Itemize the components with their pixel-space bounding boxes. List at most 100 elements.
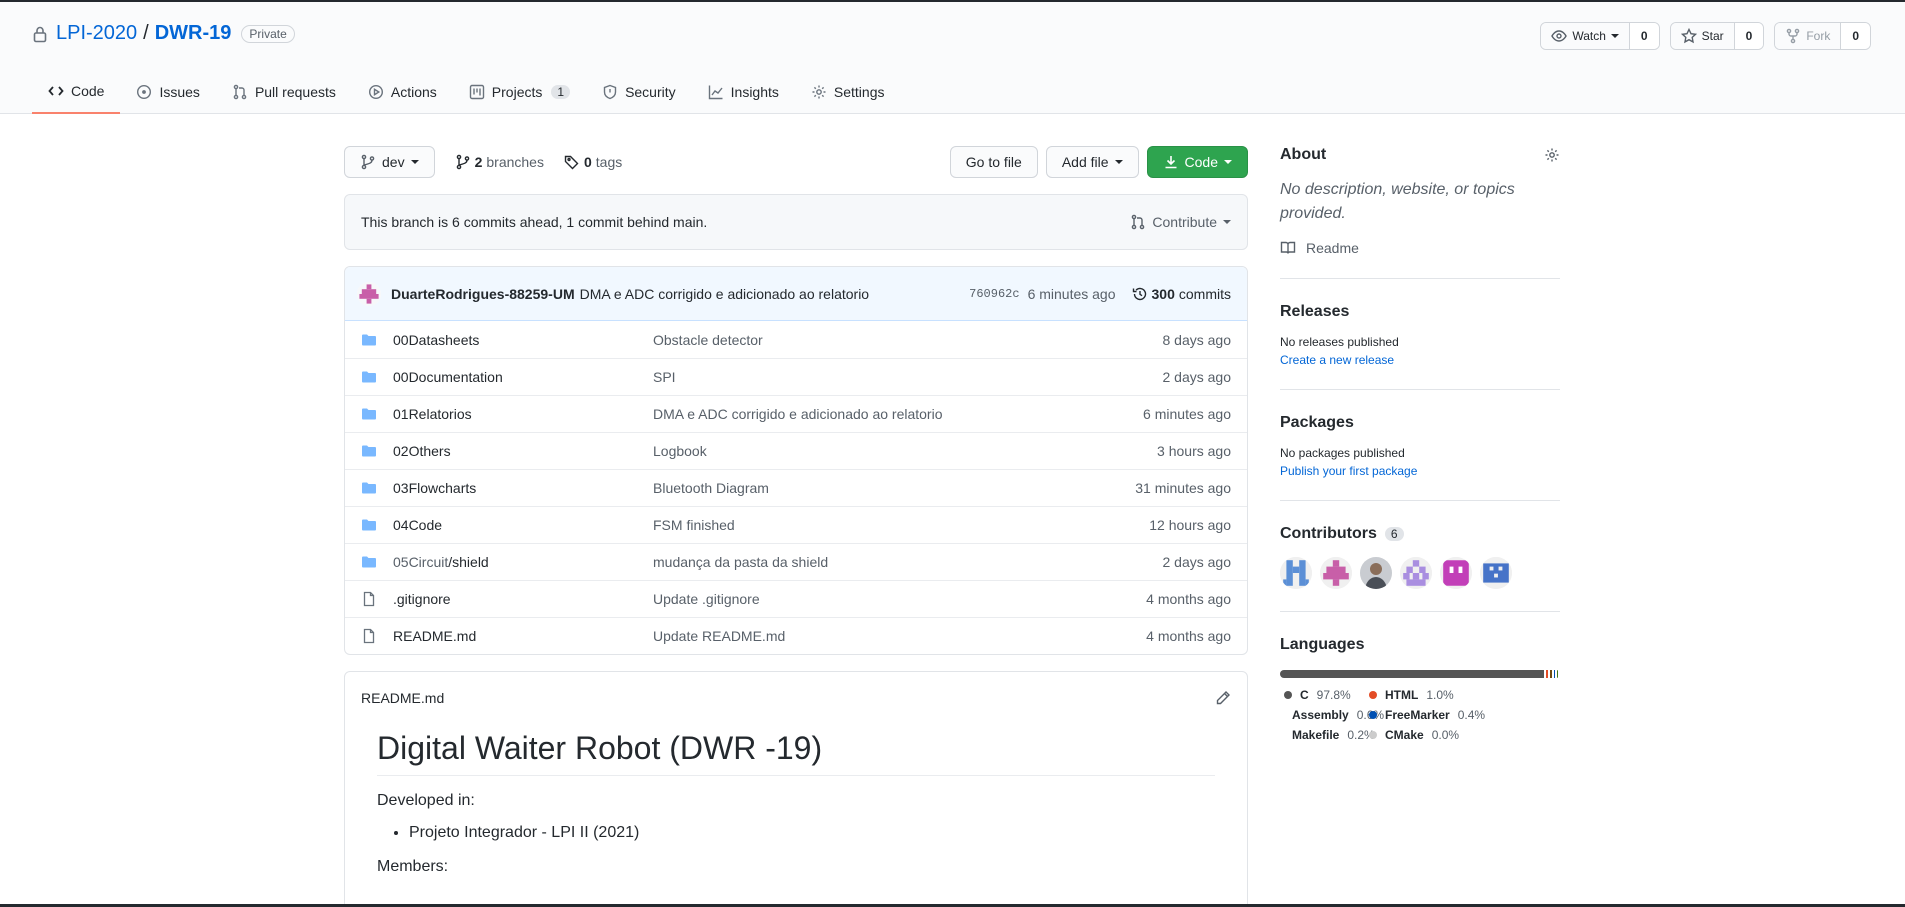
packages-title[interactable]: Packages bbox=[1280, 414, 1560, 432]
file-name-link[interactable]: 05Circuit/shield bbox=[393, 554, 653, 570]
repo-name-link[interactable]: DWR-19 bbox=[155, 22, 232, 45]
file-commit-message-link[interactable]: Update .gitignore bbox=[653, 591, 1146, 607]
branch-select-button[interactable]: dev bbox=[344, 146, 435, 178]
commit-history-link[interactable]: 300 commits bbox=[1132, 286, 1231, 302]
table-row[interactable]: 00Documentation SPI 2 days ago bbox=[345, 358, 1247, 395]
avatar[interactable] bbox=[1480, 557, 1512, 589]
add-file-button[interactable]: Add file bbox=[1045, 146, 1139, 178]
table-row[interactable]: README.md Update README.md 4 months ago bbox=[345, 617, 1247, 654]
tab-insights[interactable]: Insights bbox=[692, 70, 795, 114]
readme-filename[interactable]: README.md bbox=[361, 690, 444, 706]
eye-icon bbox=[1551, 30, 1568, 42]
create-release-link[interactable]: Create a new release bbox=[1280, 353, 1560, 367]
avatar[interactable] bbox=[1400, 557, 1432, 589]
tab-code[interactable]: Code bbox=[32, 70, 121, 114]
file-name-link[interactable]: 01Relatorios bbox=[393, 406, 653, 422]
watch-label: Watch bbox=[1572, 29, 1606, 43]
go-to-file-button[interactable]: Go to file bbox=[949, 146, 1038, 178]
repo-separator: / bbox=[143, 22, 149, 44]
tab-issues[interactable]: Issues bbox=[120, 70, 215, 114]
file-commit-message-link[interactable]: DMA e ADC corrigido e adicionado ao rela… bbox=[653, 406, 1143, 422]
file-name-link[interactable]: .gitignore bbox=[393, 591, 653, 607]
contribute-button[interactable]: Contribute bbox=[1130, 214, 1231, 230]
file-commit-message-link[interactable]: Update README.md bbox=[653, 628, 1146, 644]
file-name-link[interactable]: 04Code bbox=[393, 517, 653, 533]
file-name-link[interactable]: 00Datasheets bbox=[393, 332, 653, 348]
file-commit-message-link[interactable]: Logbook bbox=[653, 443, 1157, 459]
languages-bar bbox=[1280, 670, 1560, 678]
table-row[interactable]: 05Circuit/shield mudança da pasta da shie… bbox=[345, 543, 1247, 580]
table-row[interactable]: .gitignore Update .gitignore 4 months ago bbox=[345, 580, 1247, 617]
about-header: About bbox=[1280, 146, 1560, 164]
file-name-link[interactable]: 00Documentation bbox=[393, 369, 653, 385]
commit-author-link[interactable]: DuarteRodrigues-88259-UM bbox=[391, 286, 575, 302]
tags-link[interactable]: 0 tags bbox=[564, 154, 622, 170]
tab-settings[interactable]: Settings bbox=[795, 70, 901, 114]
language-item[interactable]: C 97.8% bbox=[1280, 688, 1365, 702]
gear-icon[interactable] bbox=[1544, 147, 1560, 163]
avatar[interactable] bbox=[1360, 557, 1392, 589]
packages-text: No packages published bbox=[1280, 446, 1405, 460]
avatar[interactable] bbox=[1320, 557, 1352, 589]
history-icon bbox=[1132, 287, 1146, 300]
download-icon bbox=[1165, 156, 1177, 169]
contributors-header[interactable]: Contributors 6 bbox=[1280, 525, 1560, 543]
identicon-avatar-icon bbox=[1400, 557, 1432, 589]
file-name-link[interactable]: 03Flowcharts bbox=[393, 480, 653, 496]
table-row[interactable]: 00Datasheets Obstacle detector 8 days ago bbox=[345, 321, 1247, 358]
chevron-down-icon bbox=[1224, 160, 1232, 164]
watch-count[interactable]: 0 bbox=[1629, 23, 1659, 49]
tab-projects[interactable]: Projects 1 bbox=[453, 70, 586, 114]
repo-owner-link[interactable]: LPI-2020 bbox=[56, 22, 137, 45]
language-item[interactable]: Makefile 0.2% bbox=[1280, 728, 1375, 742]
packages-section: Packages No packages published Publish y… bbox=[1280, 414, 1560, 501]
tab-security[interactable]: Security bbox=[586, 70, 692, 114]
language-item[interactable]: CMake 0.0% bbox=[1365, 728, 1515, 742]
tab-actions[interactable]: Actions bbox=[352, 70, 453, 114]
language-item[interactable]: FreeMarker 0.4% bbox=[1365, 708, 1515, 722]
language-name: FreeMarker bbox=[1385, 708, 1450, 722]
language-item[interactable]: Assembly0.6% bbox=[1280, 708, 1384, 722]
tab-pull-requests[interactable]: Pull requests bbox=[216, 70, 352, 114]
file-icon bbox=[363, 628, 375, 644]
branches-link[interactable]: 2 branches bbox=[455, 154, 544, 170]
table-row[interactable]: 04Code FSM finished 12 hours ago bbox=[345, 506, 1247, 543]
file-commit-message-link[interactable]: Obstacle detector bbox=[653, 332, 1163, 348]
fork-button[interactable]: Fork bbox=[1775, 23, 1842, 49]
code-button-label: Code bbox=[1184, 154, 1218, 170]
pencil-icon[interactable] bbox=[1215, 690, 1231, 706]
commit-sha-link[interactable]: 760962c bbox=[969, 287, 1019, 301]
star-button[interactable]: Star bbox=[1670, 23, 1735, 49]
file-commit-message-link[interactable]: mudança da pasta da shield bbox=[653, 554, 1163, 570]
publish-package-link[interactable]: Publish your first package bbox=[1280, 464, 1560, 478]
file-commit-age: 12 hours ago bbox=[1149, 517, 1231, 533]
file-commit-message-link[interactable]: Bluetooth Diagram bbox=[653, 480, 1135, 496]
file-name-link[interactable]: README.md bbox=[393, 628, 653, 644]
avatar[interactable] bbox=[1280, 557, 1312, 589]
file-commit-message-link[interactable]: FSM finished bbox=[653, 517, 1149, 533]
table-row[interactable]: 03Flowcharts Bluetooth Diagram 31 minutes … bbox=[345, 469, 1247, 506]
avatar[interactable] bbox=[1440, 557, 1472, 589]
language-percent: 1.0% bbox=[1426, 688, 1454, 702]
releases-title[interactable]: Releases bbox=[1280, 303, 1560, 321]
table-row[interactable]: 02Others Logbook 3 hours ago bbox=[345, 432, 1247, 469]
readme-link[interactable]: Readme bbox=[1280, 240, 1560, 256]
folder-icon bbox=[362, 519, 376, 531]
avatar[interactable] bbox=[357, 281, 381, 306]
language-item[interactable]: HTML 1.0% bbox=[1365, 688, 1515, 702]
fork-count[interactable]: 0 bbox=[1841, 23, 1870, 49]
file-name-link[interactable]: 02Others bbox=[393, 443, 653, 459]
file-rows: 00Datasheets Obstacle detector 8 days ago 0… bbox=[345, 321, 1247, 654]
table-row[interactable]: 01Relatorios DMA e ADC corrigido e adicio… bbox=[345, 395, 1247, 432]
branch-icon bbox=[361, 154, 375, 170]
commit-message-link[interactable]: DMA e ADC corrigido e adicionado ao rela… bbox=[580, 286, 870, 302]
code-download-button[interactable]: Code bbox=[1146, 146, 1248, 178]
watch-button[interactable]: Watch bbox=[1541, 23, 1630, 49]
language-name: HTML bbox=[1385, 688, 1419, 702]
repo-actions: Watch 0 Star 0 Fork 0 bbox=[1540, 22, 1871, 50]
folder-icon bbox=[362, 482, 376, 494]
fork-button-group: Fork 0 bbox=[1774, 22, 1871, 50]
star-count[interactable]: 0 bbox=[1734, 23, 1764, 49]
file-commit-message-link[interactable]: SPI bbox=[653, 369, 1163, 385]
commits-label: commits bbox=[1178, 285, 1231, 302]
